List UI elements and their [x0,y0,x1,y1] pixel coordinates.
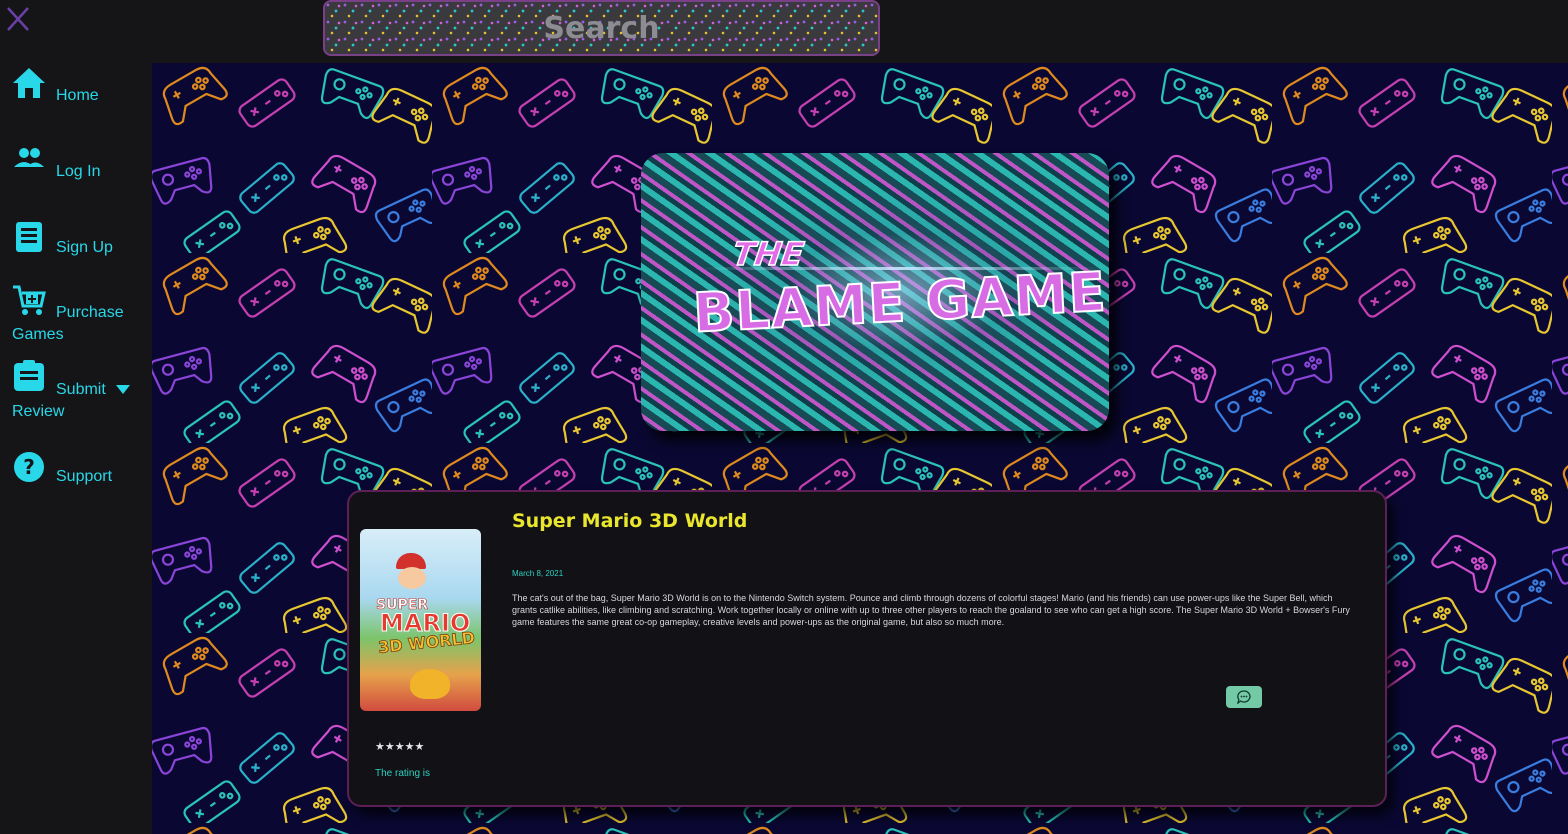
cover-mario-face [398,567,426,589]
sidebar-item-signup[interactable]: Sign Up [12,220,152,260]
sidebar-item-support[interactable]: ? Support [12,450,152,490]
search-bar[interactable] [323,0,880,56]
sidebar-item-label: Sign Up [56,239,113,256]
sidebar-item-label: Purchase [56,304,124,321]
users-icon [14,148,44,167]
comment-icon [1237,690,1251,704]
review-card: SUPER MARIO 3D WORLD Super Mario 3D Worl… [347,490,1387,807]
game-cover-image: SUPER MARIO 3D WORLD [360,529,481,711]
home-icon [13,68,45,98]
sidebar-item-home[interactable]: Home [12,66,152,106]
sidebar-item-label: Log In [56,163,101,180]
help-icon: ? [14,452,44,482]
cover-cat-mario [410,669,450,699]
sidebar-item-label: Home [56,87,99,104]
sidebar-item-login[interactable]: Log In [12,145,152,185]
sidebar-item-label: Submit [56,381,106,398]
sidebar: Home Log In Sign Up Purchase Games Submi… [0,63,152,834]
blame-game-banner: THE BLAME GAME [641,153,1109,431]
review-date: March 8, 2021 [512,569,564,578]
banner-title-top: THE [730,234,807,274]
svg-text:?: ? [23,455,35,479]
rating-text: The rating is [375,768,431,779]
review-icon [14,360,44,391]
search-input[interactable] [325,1,878,55]
close-x-icon[interactable] [4,4,32,32]
game-description: The cat's out of the bag, Super Mario 3D… [512,593,1350,627]
main-content: THE BLAME GAME SUPER MARIO 3D WORLD Supe… [152,63,1568,834]
cart-add-icon [13,285,46,315]
caret-down-icon[interactable] [116,385,130,394]
sidebar-item-submit-review[interactable]: Submit Review [12,359,152,420]
comment-button[interactable] [1226,686,1262,708]
top-bar [0,0,1568,63]
star-rating[interactable]: ★★★★★ [375,740,424,753]
sidebar-item-purchase-games[interactable]: Purchase Games [12,284,152,344]
document-icon [16,222,42,252]
sidebar-item-label: Support [56,468,113,485]
sidebar-item-label-line2: Games [12,326,64,343]
game-title: Super Mario 3D World [512,510,748,532]
sidebar-item-label-line2: Review [12,403,65,420]
